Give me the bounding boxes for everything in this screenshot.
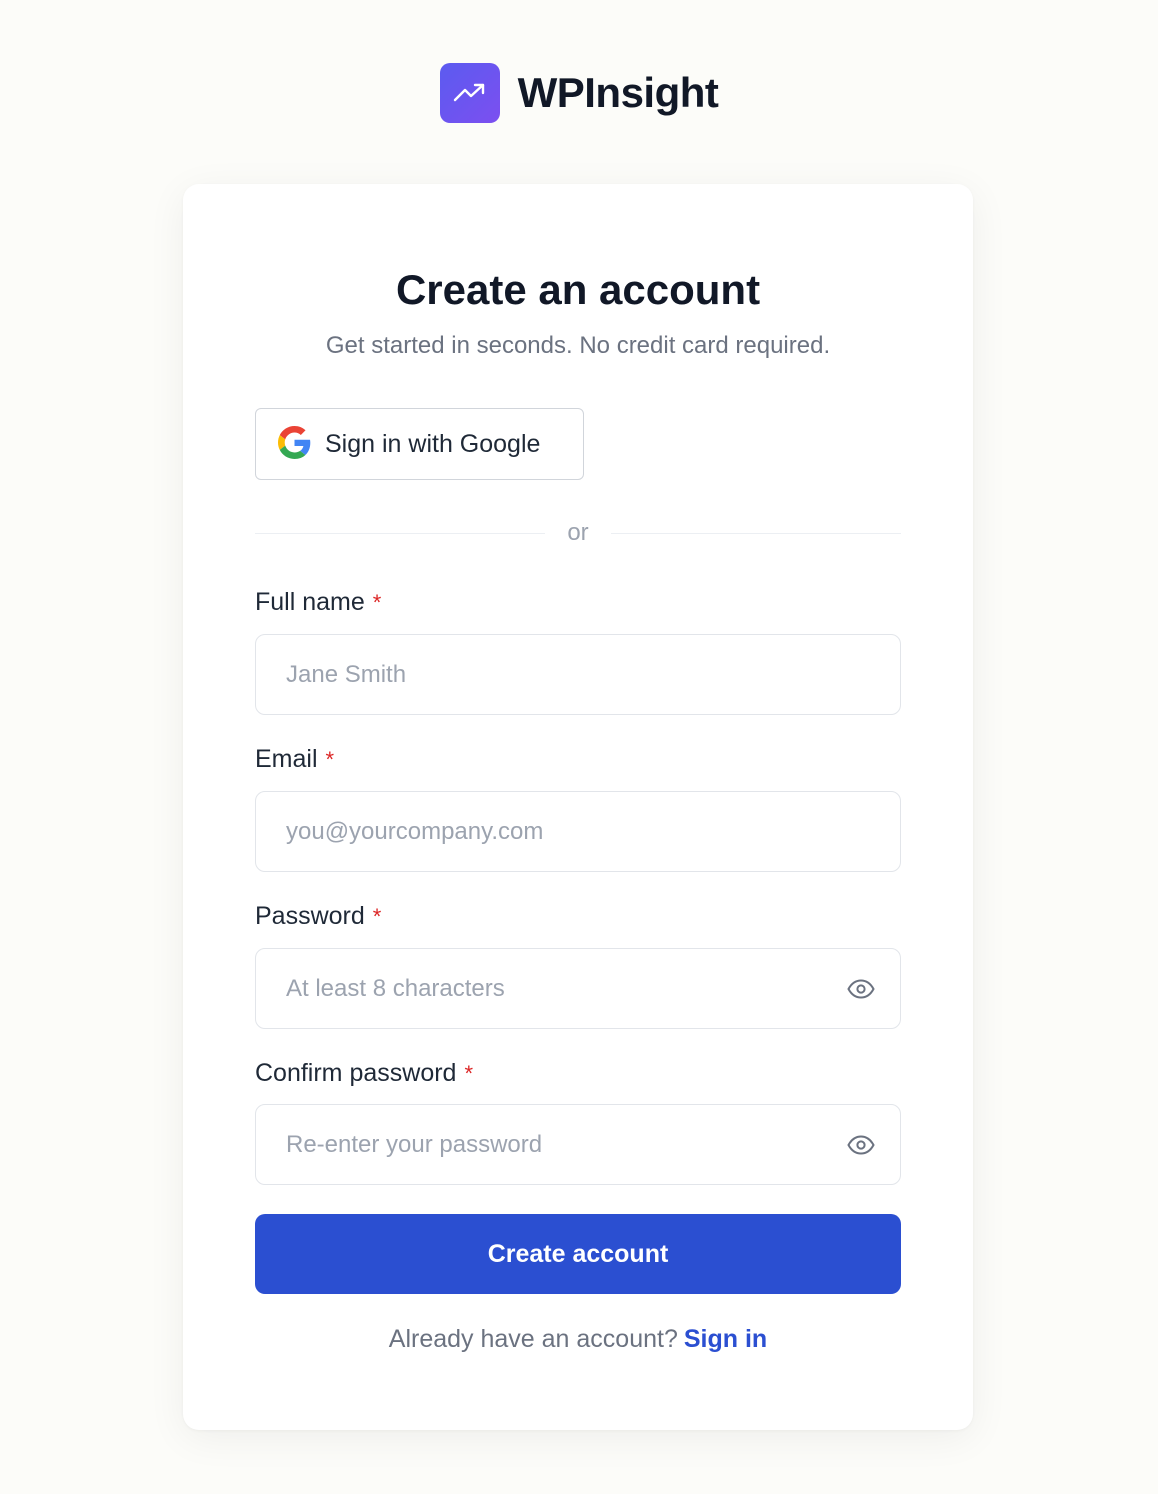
eye-icon[interactable] — [846, 1130, 876, 1160]
confirm-password-input[interactable] — [286, 1105, 846, 1184]
or-divider: or — [255, 517, 901, 549]
google-signin-button[interactable]: Sign in with Google — [255, 408, 584, 480]
signin-prompt-text: Already have an account? — [388, 1325, 678, 1353]
password-label-text: Password — [255, 902, 365, 930]
confirm-password-label-text: Confirm password — [255, 1059, 457, 1087]
brand-header: WPInsight — [0, 63, 1158, 123]
email-label-text: Email — [255, 745, 318, 773]
trending-up-icon — [439, 63, 500, 123]
full-name-label-text: Full name — [255, 588, 365, 616]
google-button-label: Sign in with Google — [325, 429, 541, 458]
full-name-input[interactable] — [286, 635, 876, 714]
google-icon — [278, 426, 311, 462]
required-marker: * — [372, 590, 382, 615]
email-field — [255, 791, 901, 872]
signin-prompt: Already have an account? Sign in — [183, 1325, 973, 1354]
page-title: Create an account — [395, 266, 761, 313]
email-label: Email * — [255, 745, 334, 774]
signin-link[interactable]: Sign in — [684, 1325, 767, 1353]
password-label: Password * — [255, 902, 381, 931]
full-name-field — [255, 634, 901, 715]
required-marker: * — [372, 904, 382, 929]
required-marker: * — [325, 747, 335, 772]
required-marker: * — [464, 1061, 474, 1086]
divider-line-left — [255, 532, 546, 534]
create-account-button[interactable]: Create account — [255, 1214, 901, 1294]
signup-card: Create an account Get started in seconds… — [183, 184, 973, 1430]
full-name-label: Full name * — [255, 588, 381, 617]
confirm-password-field — [255, 1104, 901, 1185]
page-subtitle: Get started in seconds. No credit card r… — [325, 332, 831, 359]
password-field — [255, 948, 901, 1029]
eye-icon[interactable] — [846, 974, 876, 1004]
brand-name: WPInsight — [517, 69, 719, 116]
confirm-password-label: Confirm password * — [255, 1059, 473, 1088]
password-input[interactable] — [286, 949, 846, 1028]
email-input[interactable] — [286, 792, 876, 871]
divider-line-right — [610, 532, 901, 534]
divider-text: or — [567, 519, 589, 546]
